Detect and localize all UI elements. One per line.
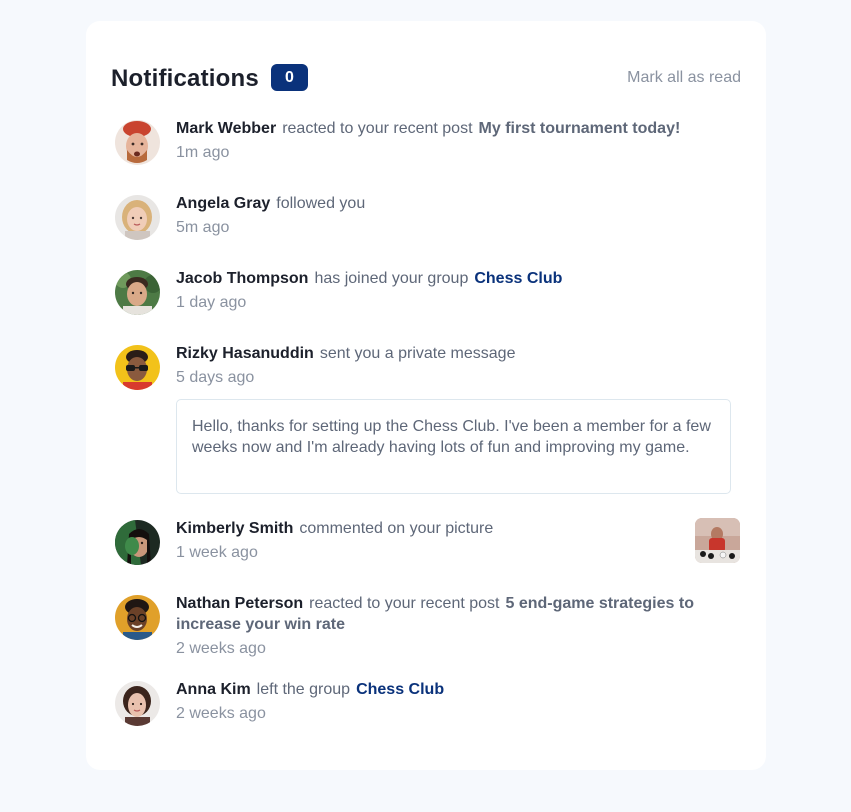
notification-time: 5 days ago	[176, 369, 255, 386]
notification-text: Angela Gray followed you	[176, 193, 740, 214]
notification-text: Nathan Peterson reacted to your recent po…	[176, 593, 740, 635]
notification-text: Anna Kim left the group Chess Club	[176, 679, 740, 700]
notification-action: reacted to your recent post	[309, 595, 500, 612]
notification-text: Mark Webber reacted to your recent post My…	[176, 118, 740, 139]
notifications-card: Notifications 0 Mark all as read Mark We…	[86, 21, 766, 770]
commented-picture-thumbnail[interactable]	[695, 518, 740, 563]
post-link[interactable]: My first tournament today!	[479, 120, 681, 137]
notification-time: 2 weeks ago	[176, 640, 266, 657]
avatar[interactable]	[115, 681, 160, 726]
notification-action: left the group	[256, 681, 351, 698]
notification-text: Jacob Thompson has joined your group Chess…	[176, 268, 740, 289]
private-message-preview[interactable]: Hello, thanks for setting up the Chess C…	[176, 399, 731, 494]
group-link[interactable]: Chess Club	[474, 270, 562, 287]
user-name-link[interactable]: Mark Webber	[176, 120, 276, 137]
avatar[interactable]	[115, 520, 160, 565]
notifications-header: Notifications 0 Mark all as read	[111, 64, 741, 94]
notification-action: reacted to your recent post	[282, 120, 473, 137]
user-name-link[interactable]: Jacob Thompson	[176, 270, 308, 287]
notification-time: 5m ago	[176, 219, 230, 236]
user-name-link[interactable]: Kimberly Smith	[176, 520, 293, 537]
user-name-link[interactable]: Anna Kim	[176, 681, 251, 698]
unread-count-badge: 0	[271, 64, 308, 91]
notification-text: Rizky Hasanuddin sent you a private messa…	[176, 343, 740, 364]
avatar[interactable]	[115, 195, 160, 240]
notification-time: 1 day ago	[176, 294, 247, 311]
user-name-link[interactable]: Nathan Peterson	[176, 595, 303, 612]
notification-action: sent you a private message	[319, 345, 516, 362]
group-link[interactable]: Chess Club	[356, 681, 444, 698]
avatar[interactable]	[115, 270, 160, 315]
mark-all-read-button[interactable]: Mark all as read	[627, 68, 741, 88]
notification-time: 2 weeks ago	[176, 705, 266, 722]
notification-time: 1m ago	[176, 144, 230, 161]
avatar[interactable]	[115, 345, 160, 390]
notification-action: has joined your group	[314, 270, 469, 287]
page-title: Notifications	[111, 65, 259, 92]
user-name-link[interactable]: Angela Gray	[176, 195, 270, 212]
notification-text: Kimberly Smith commented on your picture	[176, 518, 740, 539]
notification-time: 1 week ago	[176, 544, 258, 561]
notification-action: commented on your picture	[299, 520, 494, 537]
user-name-link[interactable]: Rizky Hasanuddin	[176, 345, 314, 362]
avatar[interactable]	[115, 120, 160, 165]
notification-action: followed you	[276, 195, 366, 212]
avatar[interactable]	[115, 595, 160, 640]
